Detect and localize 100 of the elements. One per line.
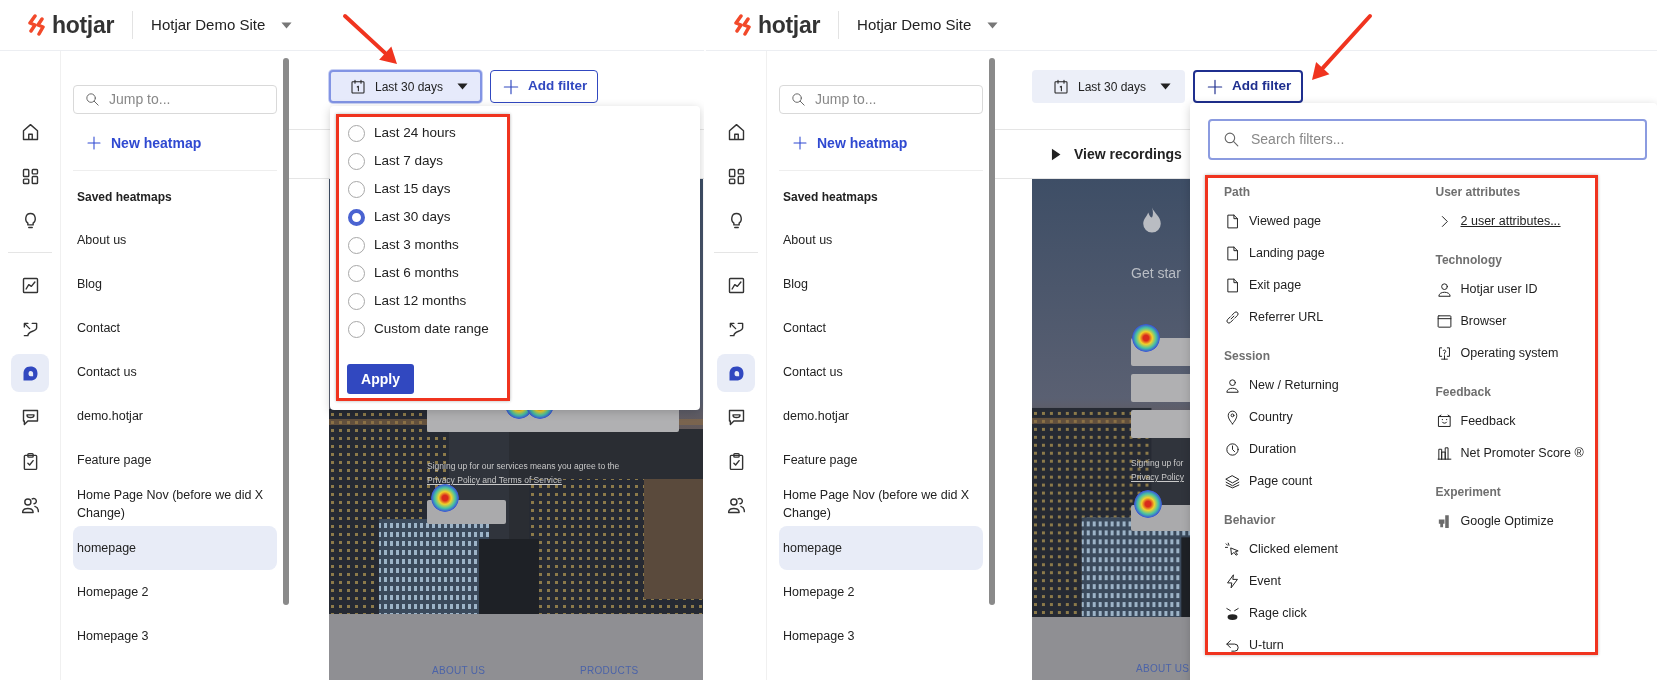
caret-icon <box>457 83 468 90</box>
filter-option[interactable]: Page count <box>1224 465 1313 497</box>
search-input[interactable]: Search filters... <box>1249 128 1645 151</box>
bar-chart-icon <box>1435 444 1453 462</box>
heatmap-list-item[interactable]: demo.hotjar <box>779 394 983 438</box>
radio-button[interactable] <box>348 152 365 170</box>
date-option[interactable]: Custom date range <box>348 315 489 343</box>
filter-option[interactable]: Hotjar user ID <box>1435 273 1538 305</box>
filter-option[interactable]: Rage click <box>1224 597 1307 629</box>
heatmap-list-item[interactable]: Homepage 3 <box>779 614 983 658</box>
heatmap-list-item[interactable]: About us <box>779 218 983 262</box>
arrow-annotation <box>1312 14 1372 80</box>
filter-option[interactable]: Event <box>1224 565 1281 597</box>
section-title: Saved heatmaps <box>76 189 173 206</box>
legal-text: Privacy Policy and Terms of Service <box>427 474 562 487</box>
filter-option[interactable]: Landing page <box>1224 237 1325 269</box>
date-option[interactable]: Last 6 months <box>348 259 459 287</box>
filter-option[interactable]: Viewed page <box>1224 205 1322 237</box>
radio-button[interactable] <box>348 124 365 142</box>
search-icon <box>1222 130 1241 149</box>
caret-icon <box>281 21 293 29</box>
heatmap-list-item[interactable]: Contact us <box>779 350 983 394</box>
apply-button[interactable]: Apply <box>347 364 414 394</box>
filter-option[interactable]: Google Optimize <box>1435 505 1554 537</box>
heatmap-list-item[interactable]: Contact us <box>73 350 277 394</box>
caret-icon <box>1160 83 1171 90</box>
filter-option[interactable]: Clicked element <box>1224 533 1338 565</box>
nav-button[interactable] <box>11 354 49 392</box>
filter-option[interactable]: U-turn <box>1224 629 1284 661</box>
heatmap-list-item[interactable]: homepage <box>779 526 983 570</box>
radio-button[interactable] <box>348 208 365 226</box>
heatmap-list-item[interactable]: Blog <box>779 262 983 306</box>
filter-option[interactable]: Feedback <box>1435 405 1516 437</box>
view-recordings-button[interactable]: View recordings <box>1047 143 1182 165</box>
filter-option[interactable]: Exit page <box>1224 269 1302 301</box>
heatmap-list-item[interactable]: Homepage 2 <box>73 570 277 614</box>
date-option[interactable]: Last 24 hours <box>348 119 456 147</box>
date-option[interactable]: Last 12 months <box>348 287 467 315</box>
nav-button[interactable] <box>717 354 755 392</box>
search-input[interactable]: Jump to... <box>813 88 982 111</box>
heatmap-list-item[interactable]: About us <box>73 218 277 262</box>
date-option[interactable]: Last 15 days <box>348 175 451 203</box>
heatmap-list-item[interactable]: Home Page Nov (before we did X Change) <box>779 482 983 526</box>
radio-button[interactable] <box>348 292 365 310</box>
site-selector[interactable]: Hotjar Demo Site <box>151 13 293 37</box>
form-field <box>1131 410 1190 438</box>
group-heading: Session <box>1224 348 1272 365</box>
search-input[interactable]: Jump to... <box>107 88 276 111</box>
heatmap-list-item[interactable]: Blog <box>73 262 277 306</box>
attributes-link[interactable]: 2 user attributes... <box>1435 205 1561 237</box>
new-heatmap-button[interactable]: New heatmap <box>73 128 202 158</box>
radio-button[interactable] <box>348 236 365 254</box>
filter-option[interactable]: Duration <box>1224 433 1297 465</box>
filter-option[interactable]: New / Returning <box>1224 369 1339 401</box>
logo-icon <box>732 14 754 36</box>
radio-button[interactable] <box>348 320 365 338</box>
heatmap-list-item[interactable]: Home Page Nov (before we did X Change) <box>73 482 277 526</box>
filter-option[interactable]: Referrer URL <box>1224 301 1324 333</box>
heatmap-list-item[interactable]: Feature page <box>73 438 277 482</box>
radio-button[interactable] <box>348 180 365 198</box>
scrollbar[interactable] <box>283 58 289 605</box>
brand-name: hotjar <box>52 10 115 40</box>
filter-option[interactable]: Browser <box>1435 305 1507 337</box>
date-range-button[interactable]: Last 30 days <box>329 70 482 103</box>
heatmap-list-item[interactable]: Feature page <box>779 438 983 482</box>
plus-icon <box>85 134 103 152</box>
date-option[interactable]: Last 7 days <box>348 147 444 175</box>
caret-icon <box>987 21 999 29</box>
legal-text: Signing up for <box>1131 457 1184 470</box>
site-selector[interactable]: Hotjar Demo Site <box>857 13 999 37</box>
heatmap-list-item[interactable]: Homepage 3 <box>73 614 277 658</box>
group-heading: User attributes <box>1435 184 1522 201</box>
search-field[interactable]: Search filters... <box>1208 119 1647 160</box>
heatmap-list-item[interactable]: Contact <box>73 306 277 350</box>
add-filter-button[interactable]: Add filter <box>1193 70 1304 103</box>
heatmap-list-item[interactable]: Contact <box>779 306 983 350</box>
date-range-button[interactable]: Last 30 days <box>1032 70 1185 103</box>
website-headline: Get star <box>1131 264 1181 283</box>
logo-icon <box>26 14 48 36</box>
arrow-annotation <box>343 14 397 64</box>
person-icon <box>1435 280 1453 298</box>
link-icon <box>1224 308 1241 326</box>
heatmap-list-item[interactable]: homepage <box>73 526 277 570</box>
calendar-icon <box>349 77 367 96</box>
group-heading: Behavior <box>1224 512 1277 529</box>
date-option[interactable]: Last 30 days <box>348 203 451 231</box>
new-heatmap-button[interactable]: New heatmap <box>779 128 908 158</box>
filter-option[interactable]: Net Promoter Score ® <box>1435 437 1584 469</box>
filter-option[interactable]: Country <box>1224 401 1293 433</box>
lightning-icon <box>1224 572 1241 590</box>
date-option[interactable]: Last 3 months <box>348 231 459 259</box>
radio-button[interactable] <box>348 264 365 282</box>
scrollbar[interactable] <box>989 58 995 605</box>
heatmap-list-item[interactable]: Homepage 2 <box>779 570 983 614</box>
search-icon <box>84 91 101 108</box>
add-filter-button[interactable]: Add filter <box>490 70 599 103</box>
filter-option[interactable]: Operating system <box>1435 337 1559 369</box>
smiley-icon <box>1435 412 1453 430</box>
group-heading: Feedback <box>1435 384 1492 401</box>
heatmap-list-item[interactable]: demo.hotjar <box>73 394 277 438</box>
